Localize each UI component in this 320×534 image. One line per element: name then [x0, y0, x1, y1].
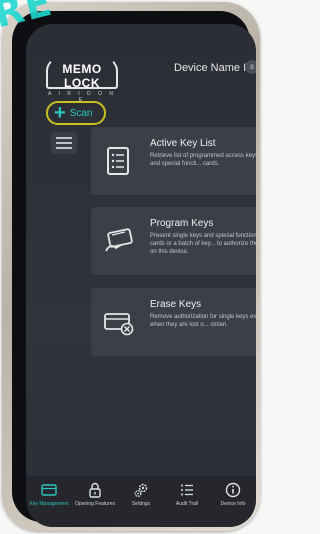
- list-icon: [56, 137, 72, 139]
- card-description: Remove authorization for single keys eve…: [150, 314, 256, 328]
- program-keys-card[interactable]: Program Keys Present single keys and spe…: [91, 207, 256, 275]
- bottom-tab-bar: Key Management Opening Features Settings…: [26, 476, 256, 527]
- tab-label: Key Management: [29, 501, 69, 507]
- tab-label: Settings: [131, 501, 151, 507]
- tab-label: Audit Trail: [175, 501, 199, 507]
- info-icon: [225, 482, 241, 498]
- list-icon-line: [56, 142, 72, 144]
- tab-audit-trail[interactable]: Audit Trail: [164, 482, 210, 524]
- list-icon-line: [56, 147, 72, 149]
- plus-icon: +: [54, 102, 66, 124]
- list-card-icon: [107, 147, 129, 175]
- avatar[interactable]: s: [245, 60, 256, 74]
- app-screen: MEMO LOCK A I R I D O N E Device Name I …: [26, 24, 256, 527]
- scan-label: Scan: [69, 107, 93, 119]
- tab-settings[interactable]: Settings: [118, 482, 164, 524]
- card-title: Erase Keys: [150, 299, 202, 310]
- tab-key-management[interactable]: Key Management: [26, 482, 72, 524]
- card-description: Retrieve list of programmed access keys …: [150, 153, 256, 167]
- phone-frame: MEMO LOCK A I R I D O N E Device Name I …: [2, 2, 260, 531]
- tab-label: Device Info: [220, 501, 246, 507]
- logo-title: MEMO LOCK: [62, 62, 102, 90]
- gears-icon: [134, 483, 148, 497]
- tab-device-info[interactable]: Device Info: [210, 482, 256, 524]
- card-program-icon: [105, 228, 133, 252]
- scan-button[interactable]: + Scan: [46, 101, 106, 125]
- device-name-label[interactable]: Device Name I: [174, 62, 246, 74]
- tab-label: Opening Features: [74, 501, 116, 507]
- audit-list-icon: [181, 484, 193, 496]
- active-key-list-card[interactable]: Active Key List Retrieve list of program…: [91, 127, 256, 195]
- card-title: Program Keys: [150, 218, 214, 229]
- card-description: Present single keys and special function…: [150, 233, 256, 255]
- menu-toggle-button[interactable]: [51, 132, 77, 154]
- tab-opening-features[interactable]: Opening Features: [72, 482, 118, 524]
- phone-bezel: MEMO LOCK A I R I D O N E Device Name I …: [12, 11, 256, 527]
- app-logo: MEMO LOCK A I R I D O N E: [46, 57, 118, 103]
- card-title: Active Key List: [150, 138, 216, 149]
- card-erase-icon: [104, 313, 134, 336]
- erase-keys-card[interactable]: Erase Keys Remove authorization for sing…: [91, 288, 256, 356]
- lock-icon: [89, 482, 101, 498]
- key-management-icon: [41, 484, 57, 496]
